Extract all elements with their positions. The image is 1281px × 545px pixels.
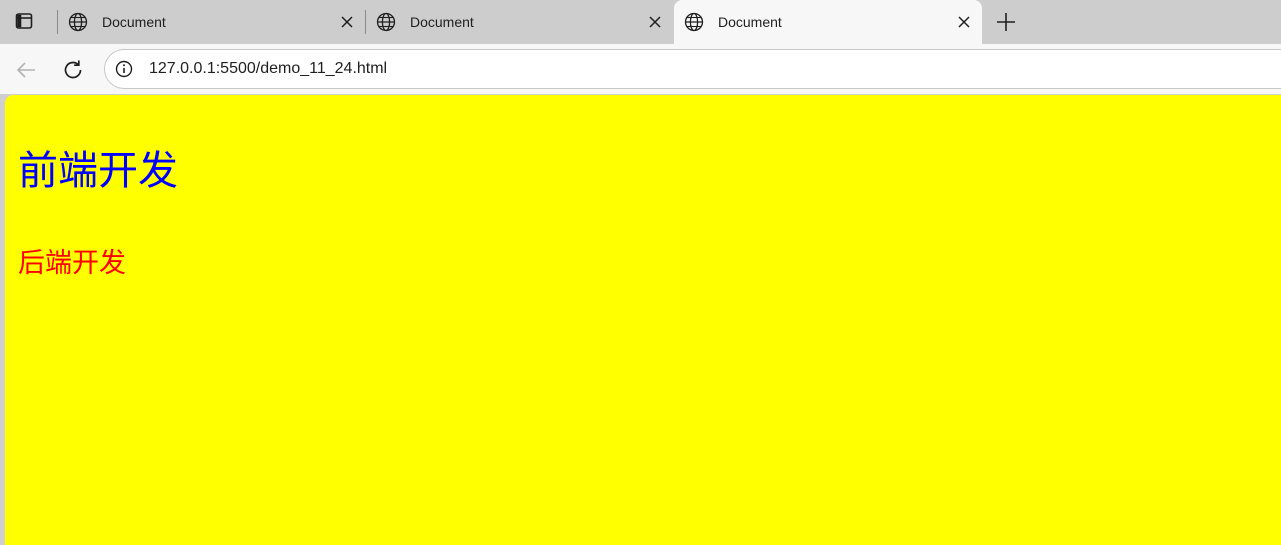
- heading-frontend: 前端开发: [18, 149, 178, 193]
- tab-close-button[interactable]: [647, 14, 663, 30]
- tab-3-active[interactable]: Document: [674, 0, 982, 44]
- tab-title: Document: [410, 14, 474, 30]
- close-icon: [341, 16, 353, 28]
- tab-close-button[interactable]: [339, 14, 355, 30]
- browser-toolbar: 127.0.0.1:5500/demo_11_24.html: [0, 44, 1281, 94]
- tab-title: Document: [102, 14, 166, 30]
- heading-backend: 后端开发: [18, 248, 126, 278]
- tab-actions-button[interactable]: [12, 10, 36, 32]
- tab-1[interactable]: Document: [58, 0, 365, 44]
- close-icon: [958, 16, 970, 28]
- tab-close-button[interactable]: [956, 14, 972, 30]
- close-icon: [649, 16, 661, 28]
- globe-icon: [68, 12, 88, 32]
- arrow-left-icon: [16, 62, 35, 78]
- plus-icon: [997, 13, 1015, 31]
- globe-icon: [684, 12, 704, 32]
- page-viewport: 前端开发 后端开发: [5, 95, 1281, 545]
- tab-2[interactable]: Document: [366, 0, 673, 44]
- reload-icon: [64, 60, 82, 79]
- reload-button[interactable]: [59, 56, 87, 84]
- tab-actions-icon: [15, 13, 33, 29]
- info-icon[interactable]: [115, 60, 133, 78]
- new-tab-button[interactable]: [992, 8, 1020, 36]
- globe-icon: [376, 12, 396, 32]
- address-bar[interactable]: 127.0.0.1:5500/demo_11_24.html: [104, 49, 1281, 89]
- tab-strip: Document Document Document: [0, 0, 1281, 44]
- url-text: 127.0.0.1:5500/demo_11_24.html: [149, 60, 388, 77]
- tab-title: Document: [718, 14, 782, 30]
- back-button[interactable]: [12, 56, 40, 84]
